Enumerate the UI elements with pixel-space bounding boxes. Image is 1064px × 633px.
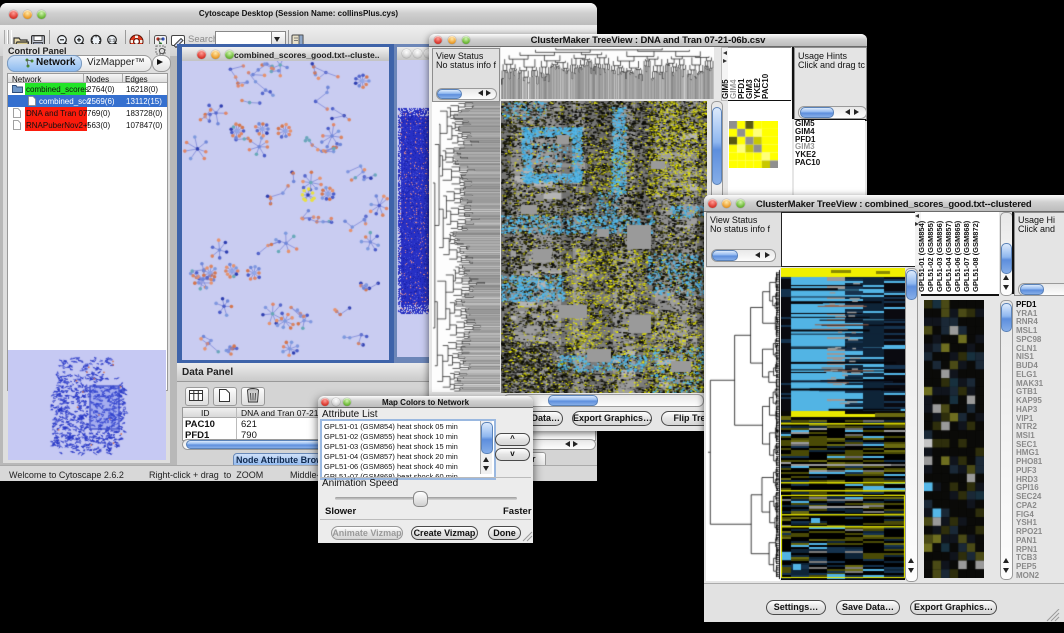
svg-text:1:1: 1:1 [109, 38, 116, 43]
